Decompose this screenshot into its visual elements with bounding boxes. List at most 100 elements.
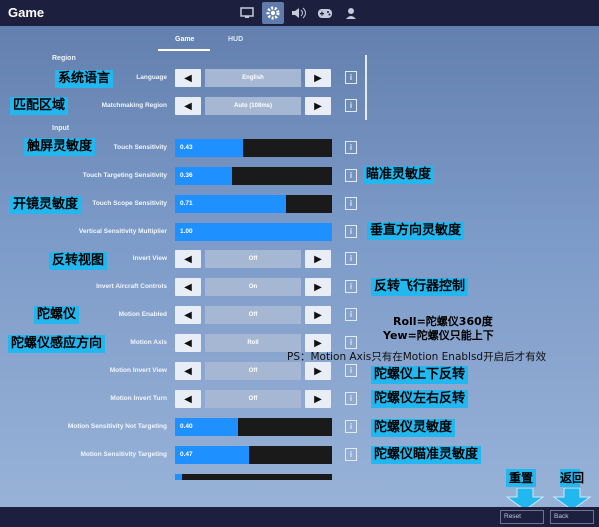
- invert-aircraft-next-button[interactable]: ▶: [305, 278, 331, 296]
- slider-fill: [175, 223, 332, 241]
- invert-aircraft-prev-button[interactable]: ◀: [175, 278, 201, 296]
- motion-invert-view-value: Off: [205, 362, 301, 380]
- monitor-icon[interactable]: [236, 2, 258, 24]
- row-motion-enabled: Motion Enabled ◀ Off ▶ i: [0, 304, 599, 326]
- speaker-icon[interactable]: [288, 2, 310, 24]
- partial-slider[interactable]: [175, 474, 332, 480]
- info-icon[interactable]: i: [345, 252, 357, 265]
- matchmaking-value: Auto (108ms): [205, 97, 301, 115]
- info-icon[interactable]: i: [345, 169, 357, 182]
- user-icon[interactable]: [340, 2, 362, 24]
- touch-targeting-slider[interactable]: 0.36: [175, 167, 332, 185]
- touch-scope-slider[interactable]: 0.71: [175, 195, 332, 213]
- info-icon[interactable]: i: [345, 392, 357, 405]
- info-icon[interactable]: i: [345, 141, 357, 154]
- info-icon[interactable]: i: [345, 71, 357, 84]
- language-next-button[interactable]: ▶: [305, 69, 331, 87]
- info-icon[interactable]: i: [345, 225, 357, 238]
- gear-icon[interactable]: [262, 2, 284, 24]
- arrow-left-icon: ◀: [184, 100, 192, 112]
- motion-enabled-value: Off: [205, 306, 301, 324]
- info-icon[interactable]: i: [345, 448, 357, 461]
- slider-value: 1.00: [180, 228, 193, 235]
- motion-sensitivity-label: Motion Sensitivity Not Targeting: [67, 423, 167, 430]
- motion-axis-label: Motion Axis: [130, 339, 167, 346]
- annotation-ps-note: PS：Motion Axis只有在Motion Enablsd开启后才有效: [287, 351, 547, 363]
- motion-invert-turn-next-button[interactable]: ▶: [305, 390, 331, 408]
- info-icon[interactable]: i: [345, 336, 357, 349]
- row-matchmaking: Matchmaking Region ◀ Auto (108ms) ▶ i: [0, 95, 599, 117]
- vertical-multiplier-label: Vertical Sensitivity Multiplier: [78, 228, 167, 235]
- invert-aircraft-value: On: [205, 278, 301, 296]
- invert-view-prev-button[interactable]: ◀: [175, 250, 201, 268]
- slider-fill: [175, 474, 182, 480]
- tab-hud[interactable]: HUD: [228, 36, 243, 43]
- info-icon[interactable]: i: [345, 99, 357, 112]
- arrow-right-icon: ▶: [314, 337, 322, 349]
- row-motion-sensitivity-targeting: Motion Sensitivity Targeting 0.47 i: [0, 444, 599, 466]
- arrow-right-icon: ▶: [314, 393, 322, 405]
- motion-invert-view-prev-button[interactable]: ◀: [175, 362, 201, 380]
- arrow-right-icon: ▶: [314, 281, 322, 293]
- motion-enabled-next-button[interactable]: ▶: [305, 306, 331, 324]
- annotation-gyro-updown: 陀螺仪上下反转: [371, 366, 469, 384]
- annotation-gyro-aim-sens: 陀螺仪瞄准灵敏度: [371, 446, 482, 464]
- matchmaking-next-button[interactable]: ▶: [305, 97, 331, 115]
- info-icon[interactable]: i: [345, 420, 357, 433]
- invert-aircraft-label: Invert Aircraft Controls: [96, 283, 167, 290]
- reset-button[interactable]: Reset: [500, 510, 544, 524]
- motion-sensitivity-slider[interactable]: 0.40: [175, 418, 332, 436]
- section-region: Region: [52, 55, 76, 62]
- info-icon[interactable]: i: [345, 364, 357, 377]
- annotation-gyro-direction: 陀螺仪感应方向: [8, 335, 106, 353]
- section-input: Input: [52, 125, 70, 132]
- matchmaking-label: Matchmaking Region: [101, 102, 167, 109]
- annotation-system-language: 系统语言: [55, 70, 114, 88]
- annotation-yew-note: Yew=陀螺仪只能上下: [383, 329, 494, 342]
- touch-sensitivity-slider[interactable]: 0.43: [175, 139, 332, 157]
- info-icon[interactable]: i: [345, 280, 357, 293]
- vertical-multiplier-slider[interactable]: 1.00: [175, 223, 332, 241]
- motion-enabled-prev-button[interactable]: ◀: [175, 306, 201, 324]
- annotation-invert-view: 反转视图: [49, 252, 108, 270]
- matchmaking-prev-button[interactable]: ◀: [175, 97, 201, 115]
- window-title: Game: [8, 5, 45, 20]
- arrow-left-icon: ◀: [184, 309, 192, 321]
- row-touch-scope: Touch Scope Sensitivity 0.71 i: [0, 193, 599, 215]
- sub-tabs: Game HUD: [150, 36, 280, 52]
- motion-invert-view-label: Motion Invert View: [109, 367, 167, 374]
- arrow-right-icon: ▶: [314, 253, 322, 265]
- tab-game[interactable]: Game: [175, 36, 194, 43]
- motion-invert-view-next-button[interactable]: ▶: [305, 362, 331, 380]
- touch-sensitivity-label: Touch Sensitivity: [113, 144, 167, 151]
- row-vertical-multiplier: Vertical Sensitivity Multiplier 1.00 i: [0, 221, 599, 243]
- bottom-bar: Reset Back: [0, 507, 599, 527]
- annotation-touch-sens: 触屏灵敏度: [24, 138, 96, 156]
- language-prev-button[interactable]: ◀: [175, 69, 201, 87]
- motion-enabled-label: Motion Enabled: [118, 311, 167, 318]
- slider-value: 0.36: [180, 172, 193, 179]
- arrow-right-icon: ▶: [314, 100, 322, 112]
- row-touch-targeting: Touch Targeting Sensitivity 0.36 i: [0, 165, 599, 187]
- motion-invert-turn-value: Off: [205, 390, 301, 408]
- back-button[interactable]: Back: [550, 510, 594, 524]
- slider-value: 0.47: [180, 451, 193, 458]
- motion-invert-turn-prev-button[interactable]: ◀: [175, 390, 201, 408]
- motion-invert-turn-label: Motion Invert Turn: [110, 395, 167, 402]
- info-icon[interactable]: i: [345, 308, 357, 321]
- active-tab-indicator: [158, 49, 210, 51]
- motion-sensitivity-targeting-slider[interactable]: 0.47: [175, 446, 332, 464]
- touch-scope-label: Touch Scope Sensitivity: [92, 200, 167, 207]
- motion-axis-prev-button[interactable]: ◀: [175, 334, 201, 352]
- invert-view-label: Invert View: [132, 255, 167, 262]
- annotation-reset: 重置: [506, 469, 536, 487]
- arrow-left-icon: ◀: [184, 337, 192, 349]
- annotation-vertical-sens: 垂直方向灵敏度: [367, 222, 465, 240]
- arrow-left-icon: ◀: [184, 253, 192, 265]
- slider-value: 0.71: [180, 200, 193, 207]
- row-invert-aircraft: Invert Aircraft Controls ◀ On ▶ i: [0, 276, 599, 298]
- invert-view-next-button[interactable]: ▶: [305, 250, 331, 268]
- info-icon[interactable]: i: [345, 197, 357, 210]
- gamepad-icon[interactable]: [314, 2, 336, 24]
- annotation-back: 返回: [560, 469, 585, 487]
